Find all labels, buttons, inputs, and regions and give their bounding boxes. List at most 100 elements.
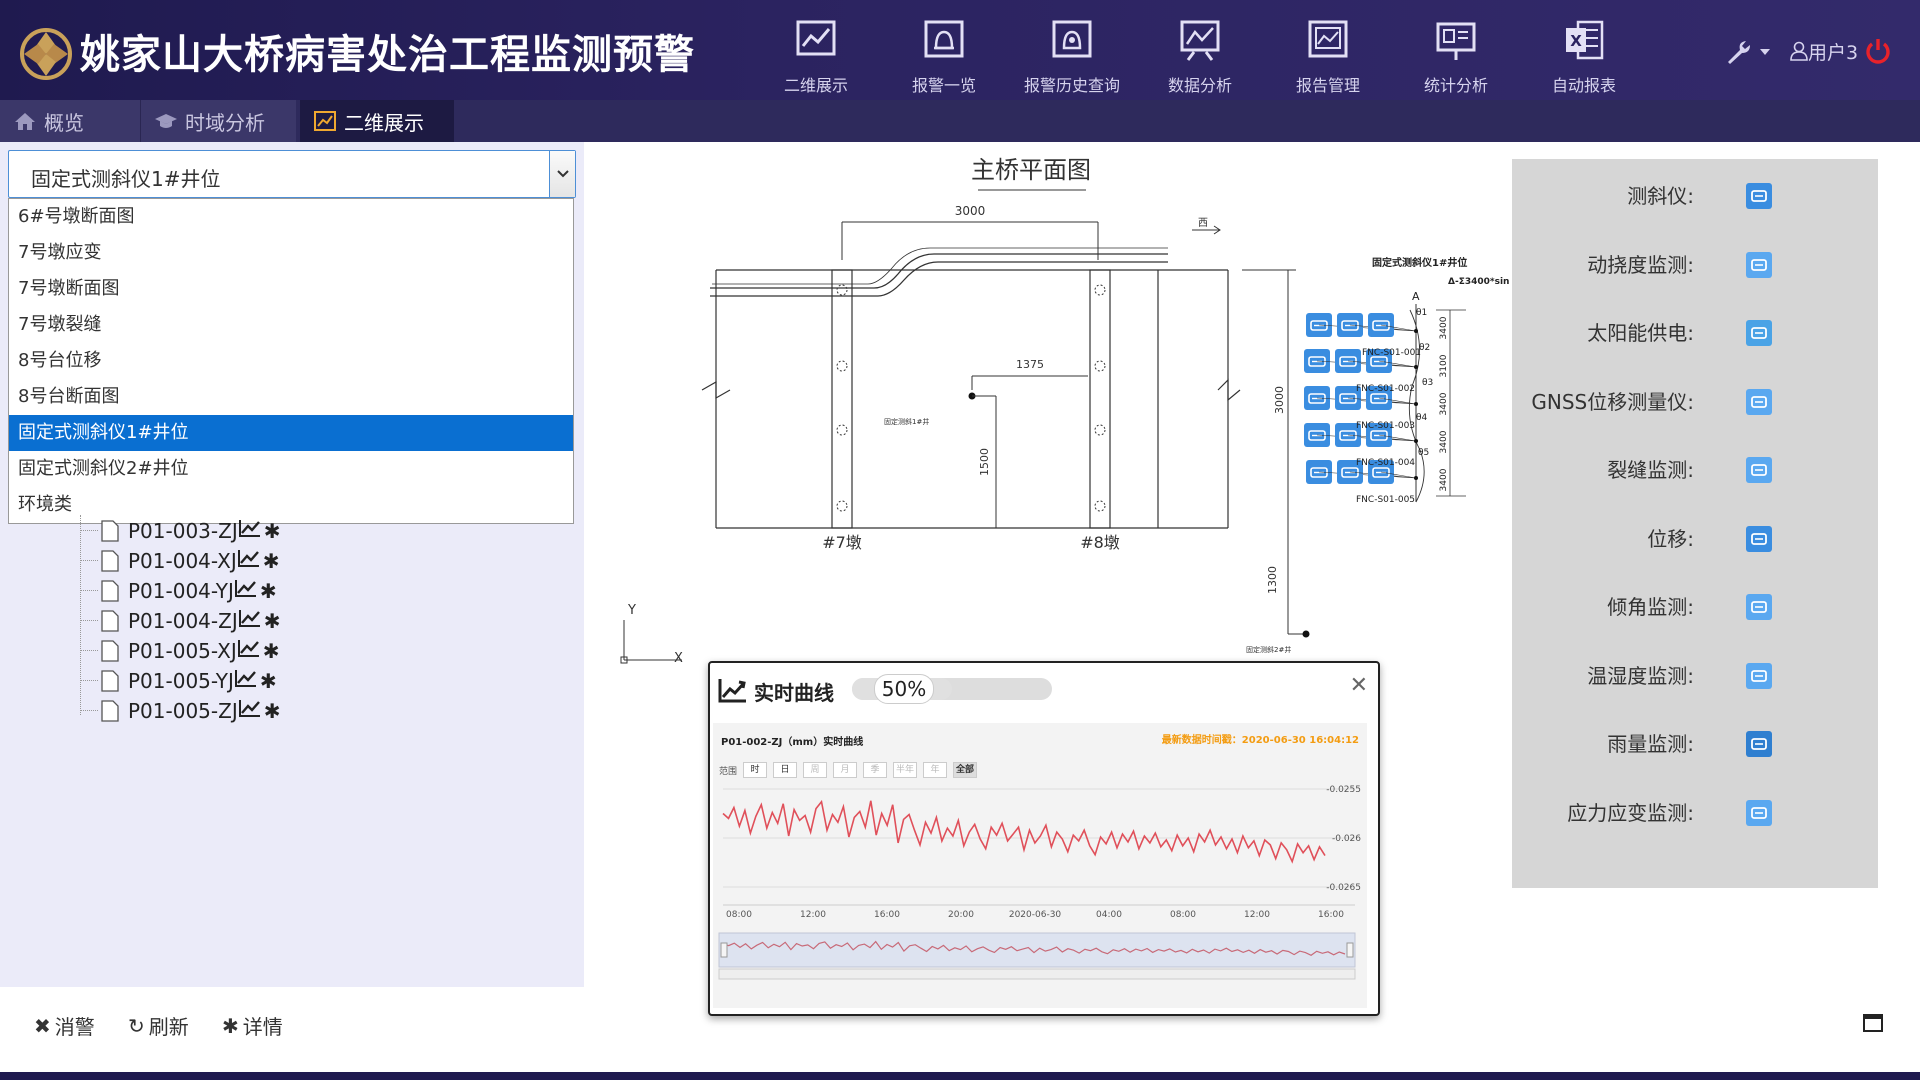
inclinometer-icon[interactable]	[1746, 183, 1772, 209]
dropdown-option[interactable]: 6#号墩断面图	[9, 199, 573, 235]
tree-item[interactable]: P01-004-YJ ✱	[80, 575, 480, 605]
document-icon	[101, 670, 119, 692]
range-button-week[interactable]: 周	[803, 762, 828, 778]
nav-item-data-analysis[interactable]: 数据分析	[1136, 0, 1264, 100]
legend-row: 太阳能供电:	[1512, 318, 1878, 378]
nav-label: 统计分析	[1423, 76, 1488, 95]
strain-icon[interactable]	[1746, 799, 1772, 826]
line-chart-icon[interactable]	[237, 548, 261, 568]
data-analysis-icon	[1180, 20, 1220, 61]
tab-2d-view[interactable]: 二维展示	[300, 100, 454, 142]
button-label: 详情	[242, 1015, 283, 1039]
tree-item[interactable]: P01-005-YJ ✱	[80, 665, 480, 695]
dropdown-option[interactable]: 固定式测斜仪2#井位	[9, 451, 573, 487]
nav-item-2d-view[interactable]: 二维展示	[752, 0, 880, 100]
range-navigator[interactable]	[718, 932, 1356, 980]
tilt-icon[interactable]	[1746, 594, 1772, 620]
tab-time-domain[interactable]: 时域分析	[140, 100, 296, 142]
line-chart-icon[interactable]	[237, 638, 261, 658]
document-icon	[101, 610, 119, 632]
button-label: 消警	[54, 1015, 95, 1039]
range-selector: 范围 时 日 周 月 季 半年 年 全部	[719, 761, 978, 779]
x-tick-label: 16:00	[874, 910, 900, 920]
range-button-hour[interactable]: 时	[743, 762, 768, 778]
tab-overview[interactable]: 概览	[0, 100, 140, 142]
range-button-month[interactable]: 月	[833, 762, 858, 778]
document-icon	[101, 640, 119, 662]
refresh-button[interactable]: ↻ 刷新	[128, 1011, 189, 1040]
nav-item-statistics[interactable]: 统计分析	[1392, 0, 1520, 100]
line-chart-icon[interactable]	[238, 698, 262, 718]
button-label: 刷新	[148, 1015, 189, 1039]
x-tick-label: 08:00	[726, 910, 752, 920]
navigator-handle[interactable]	[1346, 942, 1354, 958]
asterisk-icon[interactable]: ✱	[264, 609, 281, 633]
close-icon[interactable]: ✕	[1350, 673, 1368, 698]
dropdown-option[interactable]: 7号墩应变	[9, 235, 573, 271]
legend-label: 太阳能供电:	[1587, 321, 1694, 345]
range-button-all[interactable]: 全部	[953, 762, 978, 778]
tree-item-label: P01-005-ZJ	[128, 699, 238, 723]
dim-label: 3400	[1439, 468, 1449, 491]
asterisk-icon[interactable]: ✱	[264, 699, 281, 723]
power-icon[interactable]	[1864, 37, 1892, 65]
chevron-down-icon[interactable]	[549, 151, 575, 197]
dropdown-option[interactable]: 8号台断面图	[9, 379, 573, 415]
rain-icon[interactable]	[1746, 731, 1772, 757]
user-icon	[1790, 41, 1808, 61]
legend-label: 裂缝监测:	[1607, 458, 1694, 482]
line-chart-icon[interactable]	[234, 668, 258, 688]
dropdown-option[interactable]: 8号台位移	[9, 343, 573, 379]
dim-label: 3400	[1439, 316, 1449, 339]
dim-label: 1300	[1266, 566, 1279, 594]
legend-label: 动挠度监测:	[1587, 252, 1694, 277]
asterisk-icon[interactable]: ✱	[260, 669, 277, 693]
legend-label: 温湿度监测:	[1587, 663, 1694, 688]
asterisk-icon[interactable]: ✱	[263, 549, 280, 573]
dropdown-option[interactable]: 7号墩裂缝	[9, 307, 573, 343]
deflection-icon[interactable]	[1746, 251, 1772, 278]
legend-row: 裂缝监测:	[1512, 455, 1878, 515]
nav-item-auto-report[interactable]: X 自动报表	[1520, 0, 1648, 100]
gnss-icon[interactable]	[1746, 388, 1772, 415]
axis-label: Y	[627, 603, 636, 618]
tree-item[interactable]: P01-003-ZJ ✱	[80, 515, 480, 545]
scrollbar[interactable]	[718, 968, 1356, 980]
line-chart-icon[interactable]	[238, 608, 262, 628]
home-icon	[15, 113, 35, 130]
dropdown-option-selected[interactable]: 固定式测斜仪1#井位	[9, 415, 573, 451]
line-chart-icon[interactable]	[238, 518, 262, 538]
window-icon[interactable]	[1863, 1014, 1883, 1032]
range-button-day[interactable]: 日	[773, 762, 798, 778]
nav-item-alarm-list[interactable]: 报警一览	[880, 0, 1008, 100]
displacement-icon[interactable]	[1746, 525, 1772, 552]
line-chart-icon[interactable]	[234, 578, 258, 598]
tree-item[interactable]: P01-005-XJ ✱	[80, 635, 480, 665]
tree-item[interactable]: P01-005-ZJ ✱	[80, 695, 480, 725]
navigator-handle[interactable]	[720, 942, 728, 958]
asterisk-icon[interactable]: ✱	[263, 639, 280, 663]
range-button-year[interactable]: 年	[923, 762, 948, 778]
solar-power-icon[interactable]	[1746, 320, 1772, 346]
well-marker[interactable]	[1302, 630, 1310, 638]
legend-row: 位移:	[1512, 524, 1878, 584]
dismiss-alarm-button[interactable]: ✖ 消警	[34, 1011, 95, 1040]
details-button[interactable]: ✱ 详情	[222, 1011, 283, 1040]
sensor-legend: 测斜仪: 动挠度监测: 太阳能供电: GNSS位移测量仪: 裂缝监测: 位移: 倾角监测: 温…	[1512, 159, 1878, 888]
user-menu[interactable]: 用户3	[1790, 36, 1892, 66]
tree-item[interactable]: P01-004-XJ ✱	[80, 545, 480, 575]
logo-icon	[20, 28, 72, 80]
asterisk-icon[interactable]: ✱	[264, 519, 281, 543]
tree-item[interactable]: P01-004-ZJ ✱	[80, 605, 480, 635]
crack-icon[interactable]	[1746, 457, 1772, 483]
temp-humidity-icon[interactable]	[1746, 662, 1772, 689]
nav-item-reports[interactable]: 报告管理	[1264, 0, 1392, 100]
graduation-cap-icon	[155, 114, 177, 128]
asterisk-icon[interactable]: ✱	[260, 579, 277, 603]
range-button-half-year[interactable]: 半年	[893, 762, 918, 778]
range-button-quarter[interactable]: 季	[863, 762, 888, 778]
diagram-select[interactable]: 固定式测斜仪1#井位	[8, 150, 576, 198]
wrench-icon[interactable]	[1722, 38, 1774, 66]
dropdown-option[interactable]: 7号墩断面图	[9, 271, 573, 307]
nav-item-alarm-history[interactable]: 报警历史查询	[1008, 0, 1136, 100]
